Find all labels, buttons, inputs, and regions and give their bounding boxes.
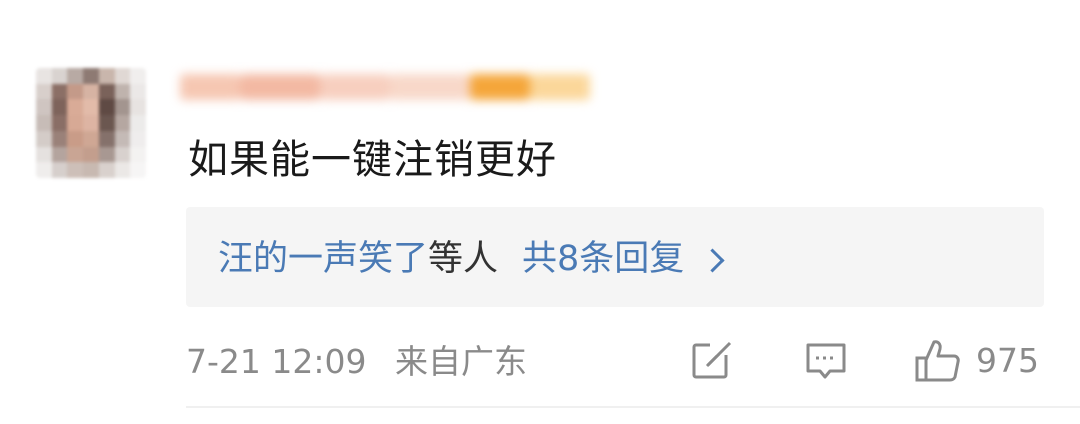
avatar-pixel: [51, 162, 68, 178]
avatar-pixel: [51, 146, 68, 163]
avatar-pixel: [98, 130, 115, 147]
replies-preview[interactable]: 汪的一声笑了 等人 共8条回复: [186, 207, 1044, 307]
avatar-pixel: [130, 83, 146, 100]
avatar-pixel: [130, 115, 146, 131]
avatar-pixel: [130, 130, 146, 147]
reply-users-suffix: 等人: [428, 239, 499, 279]
avatar-pixel: [51, 115, 68, 131]
avatar-pixel: [98, 68, 115, 84]
chevron-right-icon: [700, 247, 725, 273]
avatar-pixel: [83, 146, 99, 163]
avatar-pixel: [36, 115, 52, 131]
avatar-pixel: [67, 146, 84, 163]
avatar-pixel: [114, 83, 131, 100]
avatar-pixel: [98, 83, 115, 100]
username-blurred[interactable]: [180, 66, 600, 110]
avatar-pixel: [36, 146, 52, 163]
avatar-pixel: [98, 162, 115, 178]
avatar-pixel: [98, 99, 115, 116]
avatar-pixel: [67, 68, 84, 84]
avatar[interactable]: [36, 68, 146, 178]
like-count: 975: [976, 341, 1039, 380]
avatar-pixel: [51, 130, 68, 147]
comment-time: 7-21 12:09: [186, 342, 367, 381]
avatar-pixel: [67, 162, 84, 178]
avatar-pixel: [114, 115, 131, 131]
comment-text: 如果能一键注销更好: [188, 137, 557, 183]
avatar-pixel: [51, 99, 68, 116]
avatar-pixel: [130, 99, 146, 116]
avatar-pixel: [114, 162, 131, 178]
avatar-pixel: [114, 130, 131, 147]
like-button[interactable]: 975: [914, 338, 1039, 384]
avatar-pixel: [83, 99, 99, 116]
avatar-pixel: [130, 162, 146, 178]
thumbs-up-icon: [914, 338, 962, 384]
edit-share-icon: [690, 339, 734, 383]
avatar-pixel: [67, 130, 84, 147]
avatar-pixel: [130, 146, 146, 163]
comment-button[interactable]: [804, 338, 848, 384]
avatar-pixel: [130, 68, 146, 84]
avatar-pixel: [83, 115, 99, 131]
avatar-pixel: [51, 83, 68, 100]
avatar-pixel: [114, 68, 131, 84]
avatar-pixel: [83, 130, 99, 147]
avatar-pixel: [36, 83, 52, 100]
avatar-pixel: [98, 146, 115, 163]
avatar-pixel: [98, 115, 115, 131]
comment-icon: [804, 339, 848, 383]
reply-total-link[interactable]: 共8条回复: [522, 237, 684, 281]
avatar-pixel: [83, 83, 99, 100]
comment-item: 如果能一键注销更好 汪的一声笑了 等人 共8条回复 7-21 12:09 来自广…: [0, 0, 1080, 424]
avatar-pixel: [36, 68, 52, 84]
avatar-pixel: [51, 68, 68, 84]
divider: [186, 406, 1080, 408]
avatar-pixel: [36, 130, 52, 147]
reply-user-names[interactable]: 汪的一声笑了: [218, 237, 428, 281]
comment-meta: 7-21 12:09 来自广东: [186, 340, 527, 384]
avatar-pixel: [114, 146, 131, 163]
avatar-pixel: [36, 99, 52, 116]
avatar-pixel: [67, 115, 84, 131]
avatar-pixel: [67, 83, 84, 100]
avatar-pixel: [114, 99, 131, 116]
avatar-pixel: [67, 99, 84, 116]
comment-source: 来自广东: [395, 342, 527, 381]
avatar-pixel: [36, 162, 52, 178]
avatar-pixel: [83, 162, 99, 178]
share-button[interactable]: [690, 338, 734, 384]
avatar-pixel: [83, 68, 99, 84]
